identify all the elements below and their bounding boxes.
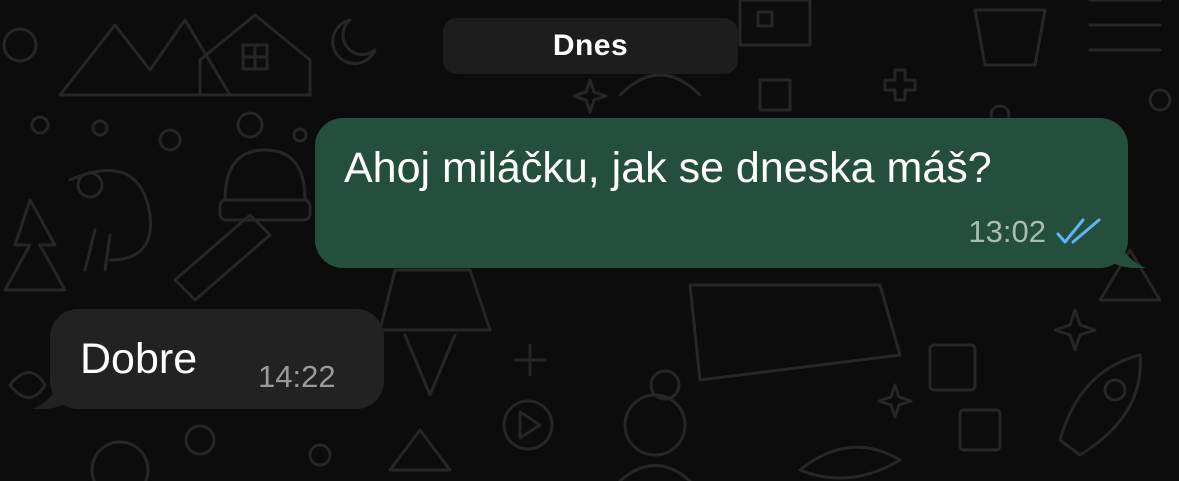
chat-view: Dnes Ahoj miláčku, jak se dneska máš? 13… <box>0 0 1179 481</box>
message-text: Dobre <box>80 335 198 383</box>
message-text: Ahoj miláčku, jak se dneska máš? <box>344 144 992 192</box>
double-check-icon <box>1056 218 1101 244</box>
date-separator: Dnes <box>443 18 738 74</box>
bubble-tail <box>1106 228 1146 268</box>
message-time: 14:22 <box>258 359 336 394</box>
bubble-tail <box>32 369 72 409</box>
message-time: 13:02 <box>968 214 1046 249</box>
message-bubble-incoming[interactable]: Dobre 14:22 <box>32 309 384 409</box>
message-bubble-outgoing[interactable]: Ahoj miláčku, jak se dneska máš? 13:02 <box>315 118 1146 268</box>
message-meta: 13:02 <box>968 214 1102 250</box>
